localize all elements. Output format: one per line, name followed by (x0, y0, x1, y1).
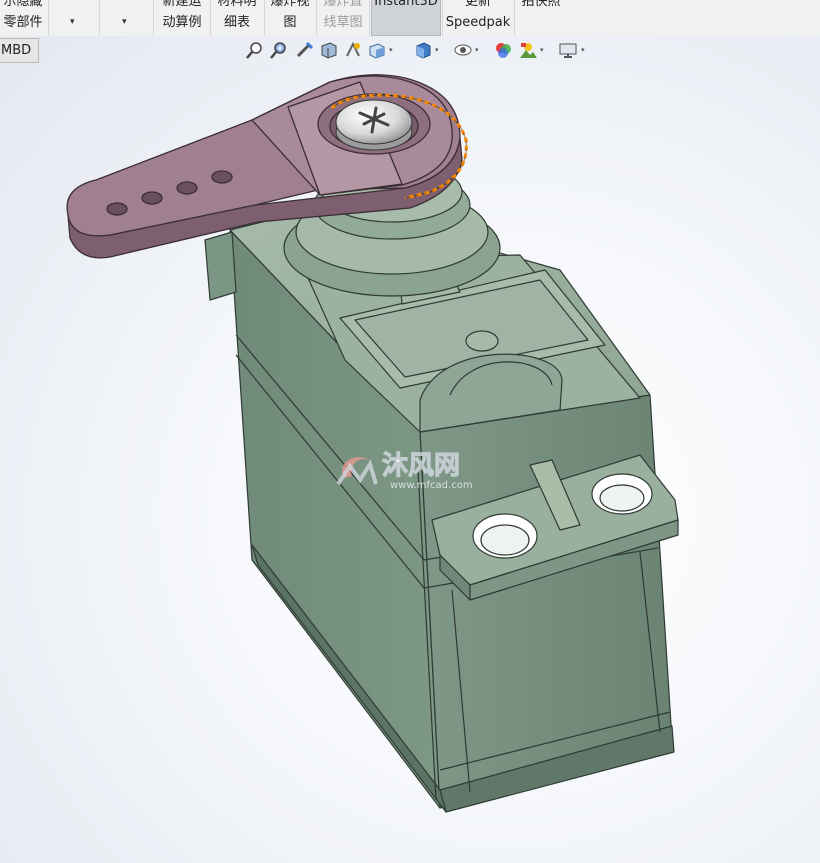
ribbon-separator (264, 0, 265, 36)
update-speedpak-button[interactable]: 更新 Speedpak (444, 0, 512, 35)
top-boss (465, 330, 499, 352)
hide-show-caret-icon[interactable]: ▾ (475, 46, 479, 54)
graphics-viewport[interactable]: 沐风网 www.mfcad.com (0, 36, 820, 863)
take-snapshot-button[interactable]: 拍快照 (516, 0, 566, 35)
new-motion-study-button[interactable]: 新建运 动算例 (156, 0, 208, 35)
section-view-icon[interactable] (319, 40, 339, 60)
show-hidden-components-button[interactable]: 示隐藏 零部件 (0, 0, 46, 35)
ribbon-separator (369, 0, 370, 36)
ribbon-separator (316, 0, 317, 36)
ribbon-separator (210, 0, 211, 36)
mbd-tab[interactable]: MBD (0, 38, 39, 63)
command-manager-ribbon: 示隐藏 零部件 ▾ ▾ 新建运 动算例 材料明 细表 爆炸视 图 爆炸直 线草图… (0, 0, 820, 37)
zoom-to-fit-icon[interactable] (245, 40, 265, 60)
update-speedpak-label-2: Speedpak (445, 15, 511, 30)
edit-appearance-icon[interactable] (493, 40, 513, 60)
dropdown-caret-icon[interactable]: ▾ (122, 17, 127, 27)
ribbon-separator (99, 0, 100, 36)
watermark: 沐风网 www.mfcad.com (330, 444, 500, 496)
horn-screw (335, 99, 413, 151)
dynamic-annotation-icon[interactable] (343, 40, 363, 60)
zoom-to-area-icon[interactable] (269, 40, 289, 60)
watermark-url: www.mfcad.com (390, 480, 473, 491)
exploded-view-label-1: 爆炸视 (270, 0, 310, 9)
ribbon-separator (153, 0, 154, 36)
view-orientation-icon[interactable] (367, 40, 387, 60)
view-settings-caret-icon[interactable]: ▾ (581, 46, 585, 54)
watermark-logo-icon: 沐风网 www.mfcad.com (336, 451, 473, 491)
bill-of-materials-label-1: 材料明 (217, 0, 257, 9)
update-speedpak-label-1: 更新 (464, 0, 491, 9)
display-style-caret-icon[interactable]: ▾ (435, 46, 439, 54)
dropdown-caret-icon[interactable]: ▾ (70, 17, 75, 27)
ribbon-separator (48, 0, 49, 36)
take-snapshot-label: 拍快照 (521, 0, 561, 9)
new-motion-study-label-2: 动算例 (162, 15, 202, 30)
view-orientation-caret-icon[interactable]: ▾ (389, 46, 393, 54)
explode-line-sketch-button[interactable]: 爆炸直 线草图 (318, 0, 368, 35)
bill-of-materials-label-2: 细表 (223, 15, 250, 30)
display-style-icon[interactable] (413, 40, 433, 60)
exploded-view-label-2: 图 (283, 15, 297, 30)
show-hidden-components-label-1: 示隐藏 (3, 0, 43, 9)
ribbon-separator (514, 0, 515, 36)
explode-line-sketch-label-2: 线草图 (323, 15, 363, 30)
show-hidden-components-label-2: 零部件 (3, 15, 43, 30)
ribbon-separator (442, 0, 443, 36)
bill-of-materials-button[interactable]: 材料明 细表 (213, 0, 261, 35)
view-settings-icon[interactable] (558, 40, 578, 60)
new-motion-study-label-1: 新建运 (162, 0, 202, 9)
instant3d-button[interactable]: Instant3D (371, 0, 441, 36)
instant3d-label: Instant3D (374, 0, 438, 9)
apply-scene-caret-icon[interactable]: ▾ (540, 46, 544, 54)
hide-show-items-icon[interactable] (453, 40, 473, 60)
apply-scene-icon[interactable] (518, 40, 538, 60)
watermark-text: 沐风网 (382, 451, 460, 481)
explode-line-sketch-label-1: 爆炸直 (323, 0, 363, 9)
servo-housing (204, 204, 679, 813)
previous-view-icon[interactable] (295, 40, 315, 60)
exploded-view-button[interactable]: 爆炸视 图 (266, 0, 314, 35)
